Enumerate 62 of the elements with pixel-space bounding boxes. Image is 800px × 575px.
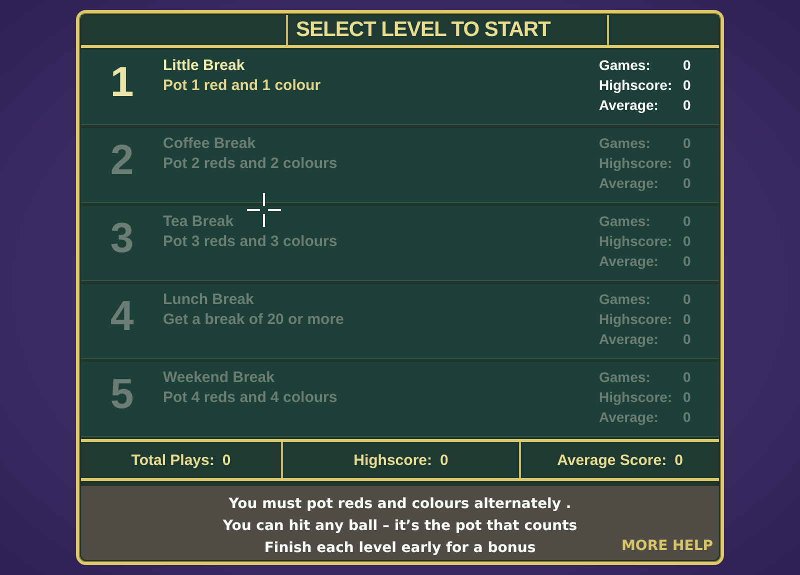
help-text: You can hit any ball – it’s the pot that counts [222, 518, 578, 534]
level-number: 5 [109, 370, 135, 418]
total-label: Average Score: [557, 452, 667, 468]
stat-value: 0 [683, 233, 692, 249]
stat-label: Games: [599, 57, 652, 73]
level-number: 3 [109, 214, 135, 262]
stat-value: 0 [683, 155, 692, 171]
level-goal: Get a break of 20 or more [163, 311, 345, 328]
stat-label: Average: [599, 97, 660, 113]
level-name: Coffee Break [163, 135, 257, 152]
more-help-button[interactable]: MORE HELP [621, 538, 713, 554]
stat-label: Average: [599, 175, 660, 191]
stat-label: Games: [599, 291, 652, 307]
crosshair-cursor-icon [247, 193, 281, 227]
level-name: Weekend Break [163, 369, 276, 386]
level-number: 4 [109, 292, 135, 340]
level-goal: Pot 4 reds and 4 colours [163, 389, 338, 406]
stat-value: 0 [683, 175, 692, 191]
stat-value: 0 [683, 135, 692, 151]
stat-value: 0 [683, 57, 692, 73]
stat-label: Average: [599, 331, 660, 347]
stat-label: Average: [599, 409, 660, 425]
level-row[interactable]: 2 Coffee Break Pot 2 reds and 2 colours Games: 0 Highscore: 0 Average: 0 [81, 128, 719, 203]
stat-label: Highscore: [599, 233, 674, 249]
stat-label: Games: [599, 213, 652, 229]
stat-label: Highscore: [599, 311, 674, 327]
stat-label: Average: [599, 253, 660, 269]
stat-label: Highscore: [599, 77, 674, 93]
stat-label: Highscore: [599, 389, 674, 405]
screen-title: SELECT LEVEL TO START [296, 18, 550, 42]
total-value: 0 [440, 452, 448, 468]
level-number: 2 [109, 136, 135, 184]
level-number: 1 [109, 58, 135, 106]
level-name: Tea Break [163, 213, 235, 230]
help-text: Finish each level early for a bonus [264, 540, 536, 556]
level-goal: Pot 1 red and 1 colour [163, 77, 322, 94]
stat-value: 0 [683, 331, 692, 347]
stat-value: 0 [683, 311, 692, 327]
stat-value: 0 [683, 369, 692, 385]
level-row[interactable]: 3 Tea Break Pot 3 reds and 3 colours Games: 0 Highscore: 0 Average: 0 [81, 206, 719, 281]
stat-label: Highscore: [599, 155, 674, 171]
stat-label: Games: [599, 369, 652, 385]
level-row[interactable]: 1 Little Break Pot 1 red and 1 colour Games: 0 Highscore: 0 Average: 0 [81, 50, 719, 125]
stat-value: 0 [683, 97, 692, 113]
total-value: 0 [222, 452, 231, 468]
total-label: Total Plays: [131, 452, 214, 468]
stat-value: 0 [683, 77, 692, 93]
total-label: Highscore: [354, 452, 432, 468]
stat-value: 0 [683, 409, 692, 425]
stat-value: 0 [683, 389, 692, 405]
stat-value: 0 [683, 213, 692, 229]
stat-value: 0 [683, 253, 692, 269]
level-goal: Pot 3 reds and 3 colours [163, 233, 338, 250]
total-value: 0 [674, 452, 683, 468]
level-goal: Pot 2 reds and 2 colours [163, 155, 338, 172]
level-name: Lunch Break [163, 291, 255, 308]
level-row[interactable]: 4 Lunch Break Get a break of 20 or more Games: 0 Highscore: 0 Average: 0 [81, 284, 719, 359]
help-text: You must pot reds and colours alternately . [228, 496, 572, 512]
stat-value: 0 [683, 291, 692, 307]
level-name: Little Break [163, 57, 246, 74]
stat-label: Games: [599, 135, 652, 151]
level-row[interactable]: 5 Weekend Break Pot 4 reds and 4 colours Games: 0 Highscore: 0 Average: 0 [81, 362, 719, 437]
